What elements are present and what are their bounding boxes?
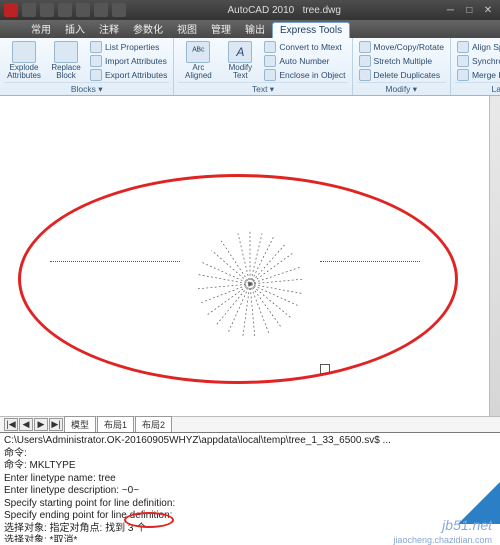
panel-title-text[interactable]: Text ▾ xyxy=(178,82,347,95)
panel-blocks: Explode Attributes Replace Block List Pr… xyxy=(0,38,174,95)
cmd-line: 命令: MKLTYPE xyxy=(4,460,496,473)
app-name: AutoCAD 2010 xyxy=(228,5,295,16)
qat-save-icon[interactable] xyxy=(58,3,72,17)
import-attributes-button[interactable]: Import Attributes xyxy=(88,54,169,68)
tab-output[interactable]: 输出 xyxy=(238,19,272,38)
list-properties-button[interactable]: List Properties xyxy=(88,40,169,54)
max-button[interactable]: □ xyxy=(461,5,477,16)
tab-nav-next[interactable]: ▶ xyxy=(34,418,48,431)
deldup-icon xyxy=(359,69,371,81)
qat-redo-icon[interactable] xyxy=(94,3,108,17)
modify-text-button[interactable]: A Modify Text xyxy=(220,40,260,82)
title-text: AutoCAD 2010 tree.dwg xyxy=(126,5,442,16)
tab-nav-prev[interactable]: ◀ xyxy=(19,418,33,431)
align-icon xyxy=(457,41,469,53)
panel-title-modify[interactable]: Modify ▾ xyxy=(357,82,446,95)
sync-icon xyxy=(457,55,469,67)
arc-icon: ᴬᴮᶜ xyxy=(186,41,210,63)
cmd-line: Specify starting point for line definiti… xyxy=(4,498,496,511)
tab-home[interactable]: 常用 xyxy=(24,19,58,38)
panel-title-blocks[interactable]: Blocks ▾ xyxy=(4,82,169,95)
tab-manage[interactable]: 管理 xyxy=(204,19,238,38)
cmd-line: Enter linetype description: ~0~ xyxy=(4,485,496,498)
replace-label: Replace Block xyxy=(47,64,85,80)
qat-new-icon[interactable] xyxy=(22,3,36,17)
tab-parametric[interactable]: 参数化 xyxy=(126,19,170,38)
explode-attributes-button[interactable]: Explode Attributes xyxy=(4,40,44,82)
move-copy-rotate-button[interactable]: Move/Copy/Rotate xyxy=(357,40,446,54)
panel-text: ᴬᴮᶜ Arc Aligned A Modify Text Convert to… xyxy=(174,38,352,95)
watermark-triangle xyxy=(458,482,500,524)
enclose-object-button[interactable]: Enclose in Object xyxy=(262,68,347,82)
pickbox-cursor xyxy=(320,364,330,374)
explode-icon xyxy=(12,41,36,63)
drawing-area[interactable] xyxy=(0,96,500,416)
tree-block-drawing[interactable] xyxy=(190,224,310,344)
layout2-tab[interactable]: 布局2 xyxy=(135,416,172,433)
dotted-line-left[interactable] xyxy=(50,261,180,262)
cmd-line: Specify ending point for line definition… xyxy=(4,510,496,523)
tab-express-tools[interactable]: Express Tools xyxy=(272,22,350,38)
dotted-line-right[interactable] xyxy=(320,261,420,262)
auto-number-button[interactable]: Auto Number xyxy=(262,54,347,68)
panel-modify: Move/Copy/Rotate Stretch Multiple Delete… xyxy=(353,38,451,95)
close-button[interactable]: ✕ xyxy=(480,5,496,16)
title-bar: AutoCAD 2010 tree.dwg ─ □ ✕ xyxy=(0,0,500,20)
tab-insert[interactable]: 插入 xyxy=(58,19,92,38)
delete-duplicates-button[interactable]: Delete Duplicates xyxy=(357,68,446,82)
qat-undo-icon[interactable] xyxy=(76,3,90,17)
ribbon-tabs: 常用 插入 注释 参数化 视图 管理 输出 Express Tools xyxy=(0,20,500,38)
panel-title-layout[interactable]: Layout ▾ xyxy=(455,82,500,95)
tab-view[interactable]: 视图 xyxy=(170,19,204,38)
cmd-line: Enter linetype name: tree xyxy=(4,473,496,486)
stretch-multiple-button[interactable]: Stretch Multiple xyxy=(357,54,446,68)
qat-print-icon[interactable] xyxy=(112,3,126,17)
panel-layout: Align Space Synchronize Viewports Merge … xyxy=(451,38,500,95)
cmd-line: C:\Users\Administrator.OK-20160905WHYZ\a… xyxy=(4,435,496,448)
arc-aligned-button[interactable]: ᴬᴮᶜ Arc Aligned xyxy=(178,40,218,82)
model-tab[interactable]: 模型 xyxy=(64,416,96,433)
command-line[interactable]: C:\Users\Administrator.OK-20160905WHYZ\a… xyxy=(0,432,500,542)
layout-tabs: |◀ ◀ ▶ ▶| 模型 布局1 布局2 xyxy=(0,416,500,432)
qat-open-icon[interactable] xyxy=(40,3,54,17)
export-attributes-button[interactable]: Export Attributes xyxy=(88,68,169,82)
min-button[interactable]: ─ xyxy=(442,5,458,16)
enclose-icon xyxy=(264,69,276,81)
tab-nav-last[interactable]: ▶| xyxy=(49,418,63,431)
cmd-line: 选择对象: *取消* xyxy=(4,535,496,542)
sync-viewports-button[interactable]: Synchronize Viewports xyxy=(455,54,500,68)
list-icon xyxy=(90,41,102,53)
import-icon xyxy=(90,55,102,67)
merge-icon xyxy=(457,69,469,81)
app-icon[interactable] xyxy=(4,3,18,17)
convert-icon xyxy=(264,41,276,53)
layout1-tab[interactable]: 布局1 xyxy=(97,416,134,433)
align-space-button[interactable]: Align Space xyxy=(455,40,500,54)
window-controls: ─ □ ✕ xyxy=(442,5,496,16)
autonum-icon xyxy=(264,55,276,67)
arc-label: Arc Aligned xyxy=(179,64,217,80)
cmd-line: 选择对象: 指定对角点: 找到 3 个 xyxy=(4,523,496,536)
move-icon xyxy=(359,41,371,53)
filename: tree.dwg xyxy=(303,5,341,16)
cmd-line: 命令: xyxy=(4,448,496,461)
tab-annotate[interactable]: 注释 xyxy=(92,19,126,38)
qat xyxy=(4,3,126,17)
annotation-ellipse-cmd xyxy=(124,512,174,528)
ribbon: Explode Attributes Replace Block List Pr… xyxy=(0,38,500,96)
tab-nav-first[interactable]: |◀ xyxy=(4,418,18,431)
modify-text-icon: A xyxy=(228,41,252,63)
modify-text-label: Modify Text xyxy=(221,64,259,80)
convert-mtext-button[interactable]: Convert to Mtext xyxy=(262,40,347,54)
export-icon xyxy=(90,69,102,81)
merge-layout-button[interactable]: Merge Layout xyxy=(455,68,500,82)
stretch-icon xyxy=(359,55,371,67)
replace-block-button[interactable]: Replace Block xyxy=(46,40,86,82)
replace-icon xyxy=(54,41,78,63)
explode-label: Explode Attributes xyxy=(5,64,43,80)
